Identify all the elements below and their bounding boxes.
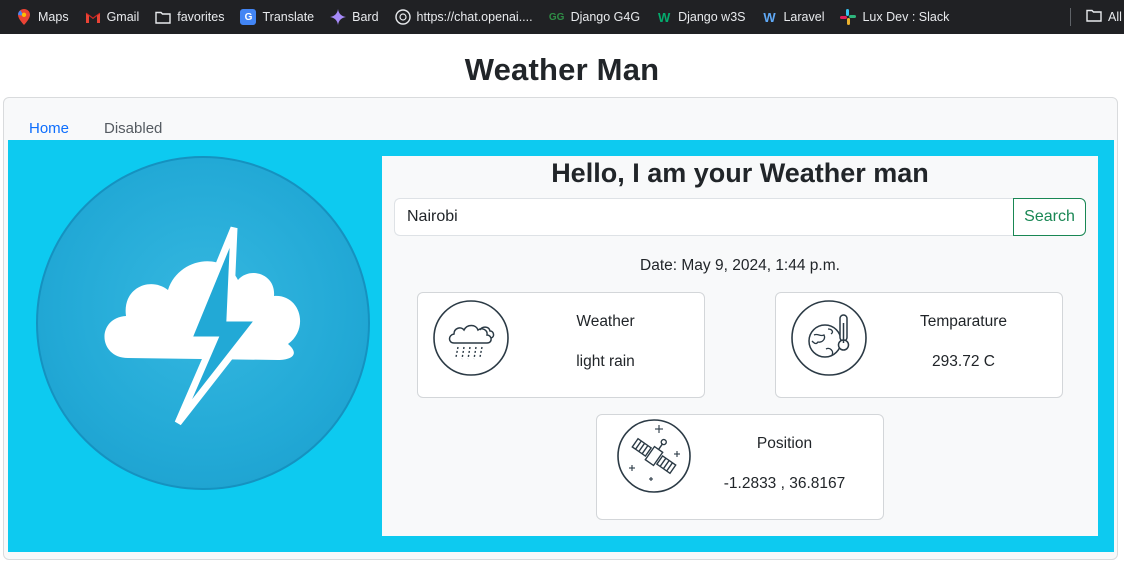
folder-icon bbox=[1086, 9, 1102, 25]
bookmark-favorites[interactable]: favorites bbox=[155, 9, 224, 25]
cloud-rain-icon bbox=[432, 299, 510, 377]
main-card: Home Disabled Hello, I am your Weather m… bbox=[3, 97, 1118, 560]
position-card: Position -1.2833 , 36.8167 bbox=[596, 414, 884, 520]
storm-cloud-icon bbox=[104, 226, 301, 426]
search-button[interactable]: Search bbox=[1013, 198, 1086, 236]
bookmarks-divider bbox=[1070, 8, 1071, 26]
bookmark-laravel[interactable]: W Laravel bbox=[761, 9, 824, 25]
temperature-value: 293.72 C bbox=[932, 353, 995, 370]
date-text: Date: May 9, 2024, 1:44 p.m. bbox=[640, 257, 840, 274]
bookmark-bard[interactable]: Bard bbox=[330, 9, 379, 25]
weather-panel: Hello, I am your Weather man Search Date… bbox=[382, 156, 1098, 536]
bookmark-slack[interactable]: Lux Dev : Slack bbox=[840, 9, 949, 25]
bookmark-chatgpt[interactable]: https://chat.openai.... bbox=[394, 9, 533, 25]
bookmark-gmail[interactable]: Gmail bbox=[85, 9, 139, 25]
nav-home-link[interactable]: Home bbox=[29, 120, 69, 137]
hero-section: Hello, I am your Weather man Search Date… bbox=[8, 140, 1114, 552]
g4g-icon: GG bbox=[548, 11, 565, 23]
nav-tabs: Home Disabled bbox=[29, 120, 197, 137]
globe-thermometer-icon bbox=[790, 299, 868, 377]
weather-card: Weather light rain bbox=[417, 292, 705, 398]
bookmarks-bar: Maps Gmail favorites G Translate Bard ht… bbox=[0, 0, 1124, 34]
folder-icon bbox=[155, 9, 171, 25]
temperature-label: Temparature bbox=[919, 313, 1007, 330]
nav-disabled-link: Disabled bbox=[104, 120, 163, 137]
weather-logo bbox=[36, 156, 370, 490]
openai-icon bbox=[394, 9, 411, 25]
weather-label: Weather bbox=[576, 313, 635, 330]
bookmark-django-g4g[interactable]: GG Django G4G bbox=[549, 9, 640, 25]
bookmark-all[interactable]: All bbox=[1086, 0, 1122, 34]
temperature-card: Temparature 293.72 C bbox=[775, 292, 1063, 398]
city-search-input[interactable] bbox=[394, 198, 1014, 236]
position-value: -1.2833 , 36.8167 bbox=[723, 475, 846, 492]
page-title: Weather Man bbox=[464, 52, 660, 87]
laravel-icon: W bbox=[763, 9, 776, 25]
position-label: Position bbox=[756, 435, 813, 452]
maps-pin-icon bbox=[16, 9, 32, 25]
bookmark-maps[interactable]: Maps bbox=[16, 9, 69, 25]
satellite-icon bbox=[615, 417, 693, 495]
bookmark-translate[interactable]: G Translate bbox=[240, 9, 314, 25]
panel-heading: Hello, I am your Weather man bbox=[551, 158, 929, 188]
bard-sparkle-icon bbox=[330, 9, 347, 25]
translate-icon: G bbox=[240, 9, 257, 25]
slack-icon bbox=[840, 9, 857, 25]
bookmark-django-w3s[interactable]: W Django w3S bbox=[656, 9, 746, 25]
w3s-icon: W bbox=[657, 9, 671, 25]
weather-value: light rain bbox=[576, 353, 635, 370]
gmail-icon bbox=[85, 9, 101, 25]
